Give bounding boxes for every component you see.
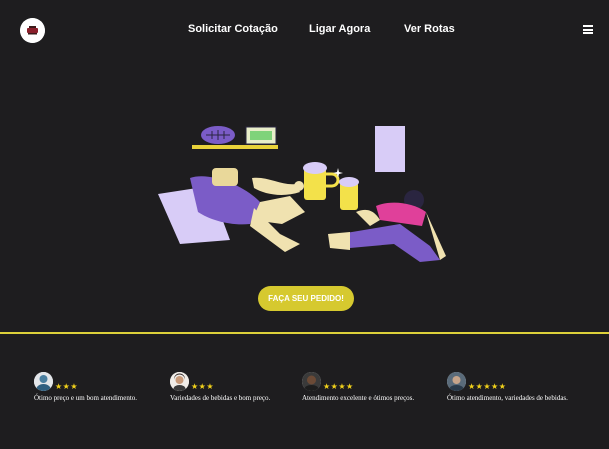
logo-icon[interactable] (20, 18, 45, 43)
avatar (302, 372, 321, 391)
avatar (34, 372, 53, 391)
star-rating: ★★★ (191, 382, 215, 391)
avatar (447, 372, 466, 391)
site-header: Solicitar Cotação Ligar Agora Ver Rotas (0, 0, 609, 62)
friends-toasting-beer-illustration (150, 116, 460, 271)
star-rating: ★★★ (55, 382, 79, 391)
section-divider (0, 332, 609, 334)
star-rating: ★★★★★ (468, 382, 507, 391)
review-text: Atendimento excelente e ótimos preços. (302, 394, 415, 402)
nav-ligar-agora[interactable]: Ligar Agora (309, 23, 370, 35)
nav-solicitar-cotacao[interactable]: Solicitar Cotação (188, 23, 278, 35)
hamburger-menu-icon[interactable] (583, 25, 593, 34)
review-text: Variedades de bebidas e bom preço. (170, 394, 271, 402)
avatar (170, 372, 189, 391)
reviews-section: ★★★ Ótimo preço e um bom atendimento. ★★… (0, 372, 609, 412)
star-rating: ★★★★ (323, 382, 354, 391)
review-text: Ótimo atendimento, variedades de bebidas… (447, 394, 568, 402)
review-text: Ótimo preço e um bom atendimento. (34, 394, 138, 402)
order-cta-button[interactable]: FAÇA SEU PEDIDO! (258, 286, 354, 311)
nav-ver-rotas[interactable]: Ver Rotas (404, 23, 455, 35)
